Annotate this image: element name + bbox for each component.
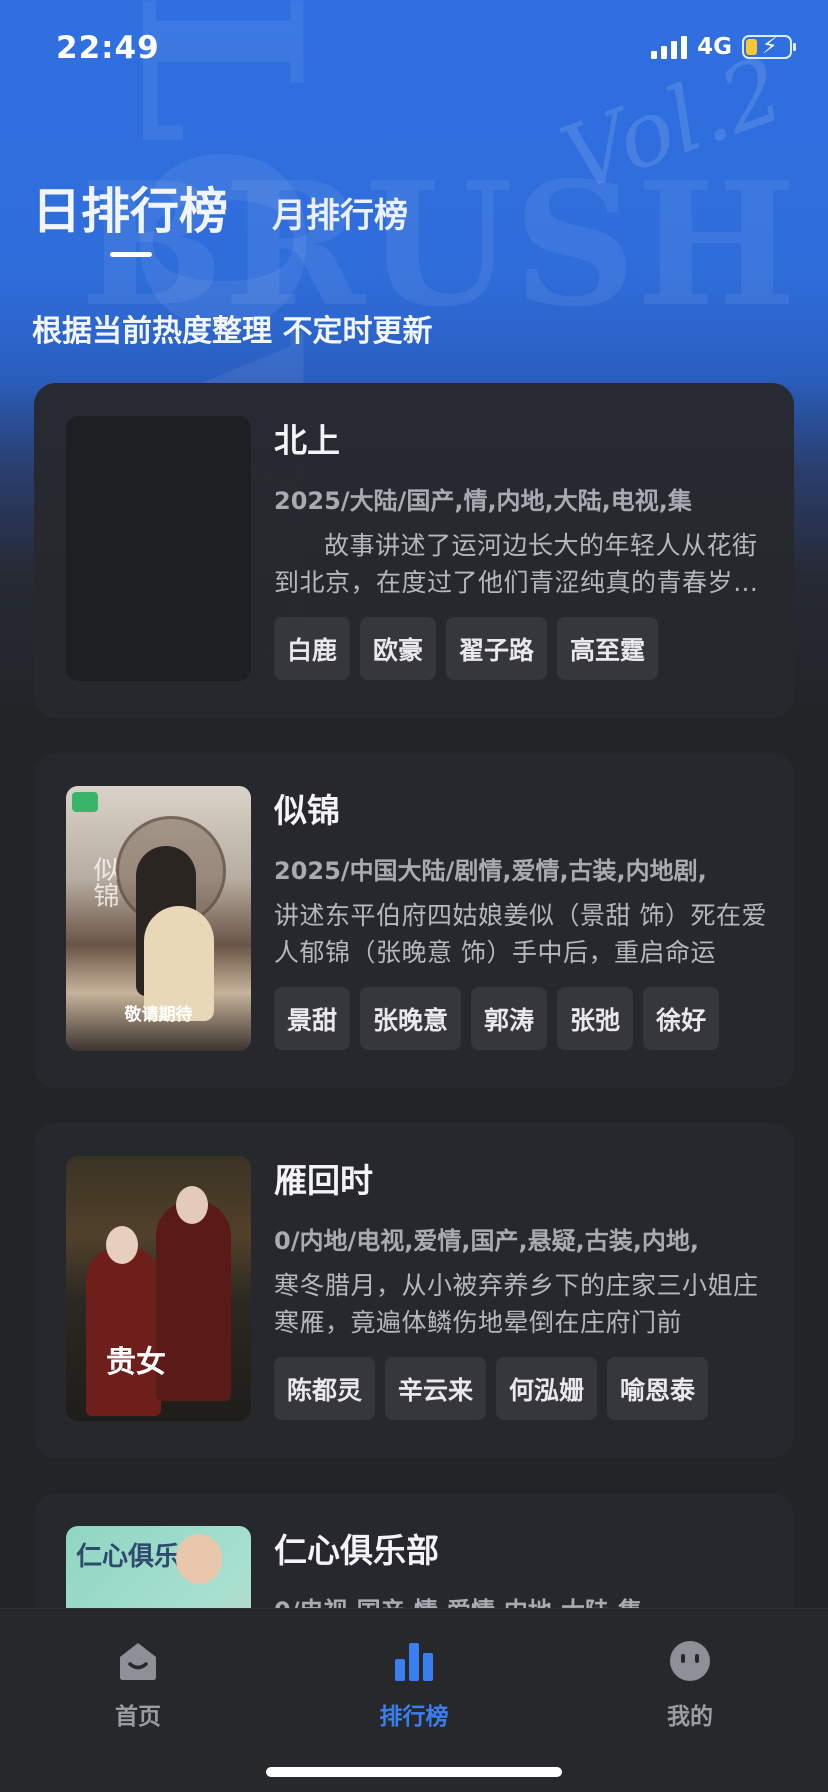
cast-tag[interactable]: 辛云来 — [385, 1357, 487, 1420]
drama-title: 雁回时 — [274, 1161, 373, 1200]
ranking-tabs: 日排行榜 月排行榜 — [32, 172, 408, 257]
cast-tag[interactable]: 欧豪 — [360, 617, 437, 680]
ranking-subtitle: 根据当前热度整理 不定时更新 — [32, 314, 433, 349]
drama-poster[interactable] — [66, 416, 251, 681]
ranking-bars-icon — [395, 1643, 433, 1681]
drama-info: 北上 2025/大陆/国产,情,内地,大陆,电视,集 故事讲述了运河边长大的年轻… — [274, 415, 774, 680]
drama-poster[interactable]: 贵女 — [66, 1156, 251, 1421]
home-icon — [120, 1643, 156, 1680]
status-bar: 22:49 4G ⚡ — [0, 0, 828, 100]
cast-tag[interactable]: 郭涛 — [471, 987, 548, 1050]
drama-meta: 2025/中国大陆/剧情,爱情,古装,内地剧, — [274, 857, 707, 885]
cast-tag[interactable]: 张弛 — [557, 987, 634, 1050]
cast-tags: 白鹿 欧豪 翟子路 高至霆 — [274, 617, 774, 680]
poster-label: 敬请期待 — [124, 1005, 193, 1025]
battery-icon: ⚡ — [742, 34, 796, 59]
network-type: 4G — [697, 34, 732, 60]
drama-meta: 2025/大陆/国产,情,内地,大陆,电视,集 — [274, 487, 692, 515]
drama-poster[interactable]: 似锦 敬请期待 — [66, 786, 251, 1051]
drama-card[interactable]: 北上 2025/大陆/国产,情,内地,大陆,电视,集 故事讲述了运河边长大的年轻… — [34, 383, 794, 718]
profile-face-icon — [670, 1641, 710, 1681]
tab-daily-label: 日排行榜 — [32, 183, 229, 240]
nav-home[interactable]: 首页 — [68, 1639, 208, 1731]
home-indicator[interactable] — [266, 1767, 562, 1777]
cast-tag[interactable]: 何泓姗 — [496, 1357, 598, 1420]
drama-card[interactable]: 贵女 雁回时 0/内地/电视,爱情,国产,悬疑,古装,内地, 寒冬腊月，从小被弃… — [34, 1123, 794, 1458]
platform-logo-icon — [72, 792, 98, 812]
drama-title: 北上 — [274, 421, 340, 460]
status-time: 22:49 — [56, 30, 160, 66]
tab-daily-ranking[interactable]: 日排行榜 — [32, 172, 229, 257]
drama-title: 仁心俱乐部 — [274, 1531, 439, 1570]
cast-tags: 陈都灵 辛云来 何泓姗 喻恩泰 — [274, 1357, 774, 1420]
status-indicators: 4G ⚡ — [651, 34, 796, 60]
nav-mine[interactable]: 我的 — [620, 1639, 760, 1731]
cast-tag[interactable]: 景甜 — [274, 987, 351, 1050]
poster-title: 贵女 — [106, 1345, 166, 1380]
drama-title: 似锦 — [274, 791, 340, 830]
nav-ranking-label: 排行榜 — [379, 1704, 449, 1730]
tab-active-indicator — [110, 252, 152, 257]
drama-description: 寒冬腊月，从小被弃养乡下的庄家三小姐庄寒雁，竟遍体鳞伤地晕倒在庄府门前 — [274, 1271, 759, 1337]
cast-tag[interactable]: 陈都灵 — [274, 1357, 376, 1420]
cast-tag[interactable]: 张晚意 — [360, 987, 462, 1050]
nav-mine-label: 我的 — [667, 1704, 713, 1730]
cast-tag[interactable]: 徐好 — [643, 987, 720, 1050]
drama-list: 北上 2025/大陆/国产,情,内地,大陆,电视,集 故事讲述了运河边长大的年轻… — [34, 383, 794, 1792]
tab-monthly-ranking[interactable]: 月排行榜 — [272, 188, 408, 243]
nav-home-label: 首页 — [115, 1704, 161, 1730]
bottom-nav: 首页 排行榜 我的 — [0, 1608, 828, 1792]
drama-info: 似锦 2025/中国大陆/剧情,爱情,古装,内地剧, 讲述东平伯府四姑娘姜似（景… — [274, 785, 774, 1050]
drama-description: 讲述东平伯府四姑娘姜似（景甜 饰）死在爱人郁锦（张晚意 饰）手中后，重启命运 — [274, 901, 767, 967]
drama-meta: 0/内地/电视,爱情,国产,悬疑,古装,内地, — [274, 1227, 699, 1255]
cast-tag[interactable]: 高至霆 — [557, 617, 659, 680]
cast-tag[interactable]: 白鹿 — [274, 617, 351, 680]
cast-tag[interactable]: 翟子路 — [446, 617, 548, 680]
cast-tags: 景甜 张晚意 郭涛 张弛 徐好 — [274, 987, 774, 1050]
cast-tag[interactable]: 喻恩泰 — [607, 1357, 709, 1420]
drama-card[interactable]: 似锦 敬请期待 似锦 2025/中国大陆/剧情,爱情,古装,内地剧, 讲述东平伯… — [34, 753, 794, 1088]
signal-icon — [651, 35, 688, 59]
drama-description: 故事讲述了运河边长大的年轻人从花街到北京，在度过了他们青涩纯真的青春岁月后 — [274, 531, 759, 597]
nav-ranking[interactable]: 排行榜 — [344, 1639, 484, 1731]
drama-info: 雁回时 0/内地/电视,爱情,国产,悬疑,古装,内地, 寒冬腊月，从小被弃养乡下… — [274, 1155, 774, 1420]
